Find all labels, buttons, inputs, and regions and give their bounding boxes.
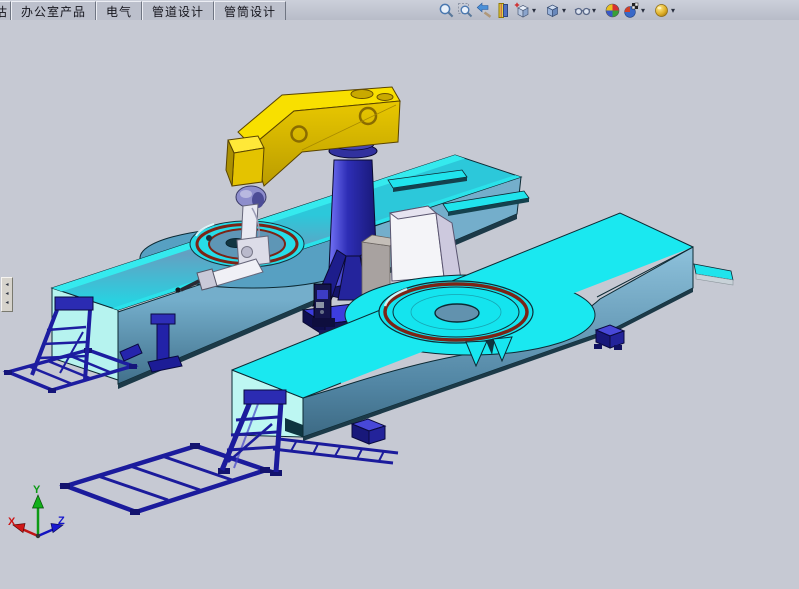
x-axis-label: X — [8, 516, 16, 528]
edit-appearance-icon[interactable] — [603, 1, 622, 19]
zoom-to-fit-icon[interactable] — [437, 1, 456, 19]
3d-model-view[interactable]: X Y Z — [0, 20, 799, 589]
display-style-icon[interactable] — [543, 1, 562, 19]
tab-label: 估 — [0, 3, 8, 20]
tab-label: 办公室产品 — [21, 3, 86, 20]
tab-label: 管道设计 — [152, 3, 204, 20]
z-axis-label: Z — [58, 515, 65, 527]
section-view-icon[interactable] — [494, 1, 513, 19]
apply-scene-icon[interactable] — [622, 1, 641, 19]
view-orientation-icon[interactable] — [513, 1, 532, 19]
tab-label: 电气 — [106, 3, 132, 20]
heads-up-view-toolbar: ▾ ▾ ▾ ▾ ▾ — [437, 0, 682, 20]
view-settings-icon[interactable] — [652, 1, 671, 19]
command-manager-bar: 估 办公室产品 电气 管道设计 管筒设计 — [0, 0, 799, 21]
solidworks-window: 估 办公室产品 电气 管道设计 管筒设计 — [0, 0, 799, 589]
tab-piping-design[interactable]: 管道设计 — [142, 1, 214, 21]
previous-view-icon[interactable] — [475, 1, 494, 19]
orientation-triad: X Y Z — [8, 484, 65, 538]
tab-office-products[interactable]: 办公室产品 — [11, 1, 96, 21]
robot-boom — [226, 87, 400, 186]
dropdown-caret[interactable]: ▾ — [532, 6, 541, 15]
tab-evaluate-partial[interactable]: 估 — [0, 1, 11, 21]
dropdown-caret[interactable]: ▾ — [671, 6, 680, 15]
zoom-to-area-icon[interactable] — [456, 1, 475, 19]
tab-label: 管筒设计 — [224, 3, 276, 20]
tab-tubing-design[interactable]: 管筒设计 — [214, 1, 286, 21]
dropdown-caret[interactable]: ▾ — [592, 6, 601, 15]
collapse-arrow-icon: ◂ — [5, 281, 8, 290]
dropdown-caret[interactable]: ▾ — [562, 6, 571, 15]
y-axis-label: Y — [33, 484, 41, 496]
collapse-arrow-icon: ◂ — [5, 290, 8, 299]
tab-electrical[interactable]: 电气 — [96, 1, 142, 21]
dropdown-caret[interactable]: ▾ — [641, 6, 650, 15]
support-block-right — [594, 325, 624, 350]
collapse-arrow-icon: ◂ — [5, 299, 8, 308]
feature-panel-collapse-button[interactable]: ◂ ◂ ◂ — [1, 277, 13, 312]
hide-show-items-icon[interactable] — [573, 1, 592, 19]
graphics-area[interactable]: X Y Z ◂ ◂ ◂ — [0, 20, 799, 589]
